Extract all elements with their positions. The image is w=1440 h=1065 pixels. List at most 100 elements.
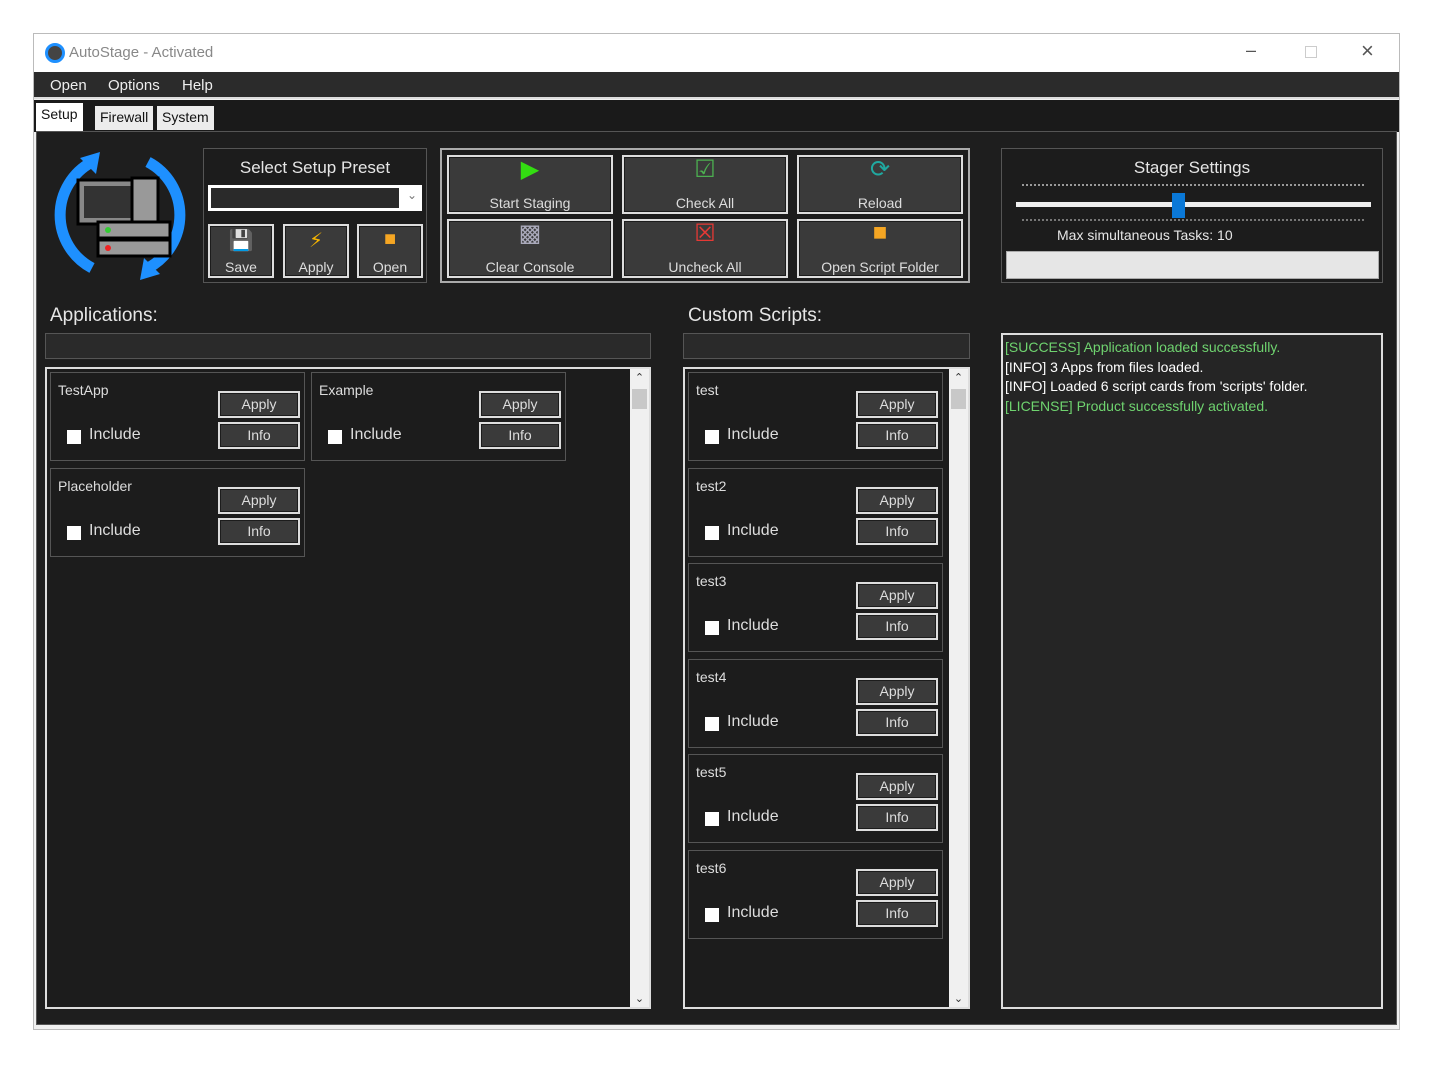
scroll-up-icon[interactable]: ⌃ <box>630 371 649 384</box>
reload-button[interactable]: ⟳ Reload <box>797 155 963 214</box>
card-apply-button[interactable]: Apply <box>856 486 938 514</box>
app-icon <box>45 43 65 63</box>
card-apply-button[interactable]: Apply <box>856 677 938 705</box>
tab-system[interactable]: System <box>157 106 214 130</box>
stager-title: Stager Settings <box>1133 158 1251 177</box>
scroll-thumb[interactable] <box>951 389 966 409</box>
slider-track[interactable] <box>1016 202 1371 207</box>
card-info-button[interactable]: Info <box>479 422 561 449</box>
card-apply-button[interactable]: Apply <box>479 391 561 418</box>
include-label[interactable]: Include <box>89 426 141 444</box>
include-label[interactable]: Include <box>89 522 141 540</box>
tab-bar: Setup Firewall System <box>34 100 1399 132</box>
include-label[interactable]: Include <box>727 808 779 826</box>
maximize-button[interactable] <box>1305 46 1317 58</box>
include-checkbox[interactable] <box>705 621 719 635</box>
app-card: TestApp Include Apply Info <box>50 372 305 461</box>
stager-settings-group: Stager Settings Max simultaneous Tasks: … <box>1001 148 1383 283</box>
action-label: Reload <box>857 195 903 211</box>
console-line: [INFO] 3 Apps from files loaded. <box>1005 358 1204 375</box>
title-bar: AutoStage - Activated – × <box>34 34 1399 72</box>
scripts-filter-input[interactable] <box>683 333 970 359</box>
applications-filter-input[interactable] <box>45 333 651 359</box>
menu-open[interactable]: Open <box>50 77 87 94</box>
card-apply-button[interactable]: Apply <box>218 486 300 514</box>
folder-icon: ■ <box>383 228 397 250</box>
card-info-button[interactable]: Info <box>218 517 300 545</box>
preset-dropdown[interactable]: ⌄ <box>208 185 422 211</box>
action-label: Uncheck All <box>668 259 742 275</box>
folder-icon: ■ <box>872 219 888 246</box>
include-checkbox[interactable] <box>328 430 342 444</box>
open-script-folder-button[interactable]: ■ Open Script Folder <box>797 219 963 278</box>
include-label[interactable]: Include <box>727 904 779 922</box>
script-card: test3 Include Apply Info <box>688 563 943 652</box>
card-info-button[interactable]: Info <box>856 804 938 831</box>
window-title: AutoStage - Activated <box>69 44 214 61</box>
card-apply-button[interactable]: Apply <box>856 391 938 418</box>
close-button[interactable]: × <box>1361 38 1374 64</box>
scroll-thumb[interactable] <box>632 389 647 409</box>
console-line: [INFO] Loaded 6 script cards from 'scrip… <box>1005 378 1308 394</box>
uncheck-all-button[interactable]: ☒ Uncheck All <box>622 219 788 278</box>
minimize-button[interactable]: – <box>1246 40 1256 61</box>
include-checkbox[interactable] <box>705 907 719 922</box>
start-staging-button[interactable]: ▶ Start Staging <box>447 155 613 214</box>
include-checkbox[interactable] <box>705 812 719 826</box>
slider-thumb[interactable] <box>1172 193 1185 218</box>
lightning-icon: ⚡ <box>308 230 324 252</box>
script-card: test4 Include Apply Info <box>688 658 943 748</box>
scripts-scrollbar[interactable]: ⌃ ⌄ <box>949 369 968 1007</box>
include-checkbox[interactable] <box>705 716 719 731</box>
applications-scrollbar[interactable]: ⌃ ⌄ <box>630 369 649 1007</box>
preset-apply-button[interactable]: ⚡ Apply <box>283 224 349 278</box>
preset-title: Select Setup Preset <box>239 158 391 177</box>
card-name: test5 <box>696 764 727 780</box>
card-apply-button[interactable]: Apply <box>218 391 300 418</box>
console-output: [SUCCESS] Application loaded successfull… <box>1001 333 1383 1009</box>
include-label[interactable]: Include <box>350 426 402 444</box>
include-label[interactable]: Include <box>727 522 779 540</box>
card-info-button[interactable]: Info <box>218 422 300 449</box>
card-info-button[interactable]: Info <box>856 422 938 449</box>
include-label[interactable]: Include <box>727 713 779 731</box>
scroll-down-icon[interactable]: ⌄ <box>630 992 649 1005</box>
include-checkbox[interactable] <box>67 430 81 444</box>
card-info-button[interactable]: Info <box>856 899 938 927</box>
tab-setup[interactable]: Setup <box>36 103 83 132</box>
applications-heading: Applications: <box>50 305 158 326</box>
include-checkbox[interactable] <box>705 430 719 444</box>
action-label: Start Staging <box>489 195 571 211</box>
include-label[interactable]: Include <box>727 617 779 635</box>
include-label[interactable]: Include <box>727 426 779 444</box>
clear-console-button[interactable]: ▩ Clear Console <box>447 219 613 278</box>
scroll-up-icon[interactable]: ⌃ <box>949 371 968 384</box>
tab-firewall[interactable]: Firewall <box>95 106 154 130</box>
preset-group: Select Setup Preset ⌄ 💾 Save ⚡ Apply ■ Open <box>203 148 427 283</box>
card-apply-button[interactable]: Apply <box>856 773 938 800</box>
slider-ticks <box>1022 184 1364 186</box>
card-info-button[interactable]: Info <box>856 517 938 545</box>
max-tasks-label: Max simultaneous Tasks: 10 <box>1057 227 1233 243</box>
check-all-button[interactable]: ☑ Check All <box>622 155 788 214</box>
menu-help[interactable]: Help <box>182 77 213 94</box>
include-checkbox[interactable] <box>67 525 81 540</box>
preset-save-button[interactable]: 💾 Save <box>208 224 274 278</box>
include-checkbox[interactable] <box>705 525 719 540</box>
menu-options[interactable]: Options <box>108 77 160 94</box>
card-name: test6 <box>696 859 727 876</box>
card-name: TestApp <box>58 382 109 398</box>
card-apply-button[interactable]: Apply <box>856 868 938 896</box>
card-info-button[interactable]: Info <box>856 613 938 640</box>
floppy-icon: 💾 <box>228 230 254 252</box>
applications-list: ⌃ ⌄ TestApp Include Apply Info Example Include… <box>45 367 651 1009</box>
scroll-down-icon[interactable]: ⌄ <box>949 992 968 1005</box>
preset-open-button[interactable]: ■ Open <box>357 224 423 278</box>
scripts-heading: Custom Scripts: <box>688 305 823 326</box>
scripts-list: ⌃ ⌄ test Include Apply Info test2 Include Apply… <box>683 367 970 1009</box>
script-card: test6 Include Apply Info <box>688 849 943 939</box>
card-apply-button[interactable]: Apply <box>856 582 938 609</box>
card-info-button[interactable]: Info <box>856 708 938 736</box>
card-name: test <box>696 382 719 398</box>
checkbox-icon: ☑ <box>694 156 716 183</box>
